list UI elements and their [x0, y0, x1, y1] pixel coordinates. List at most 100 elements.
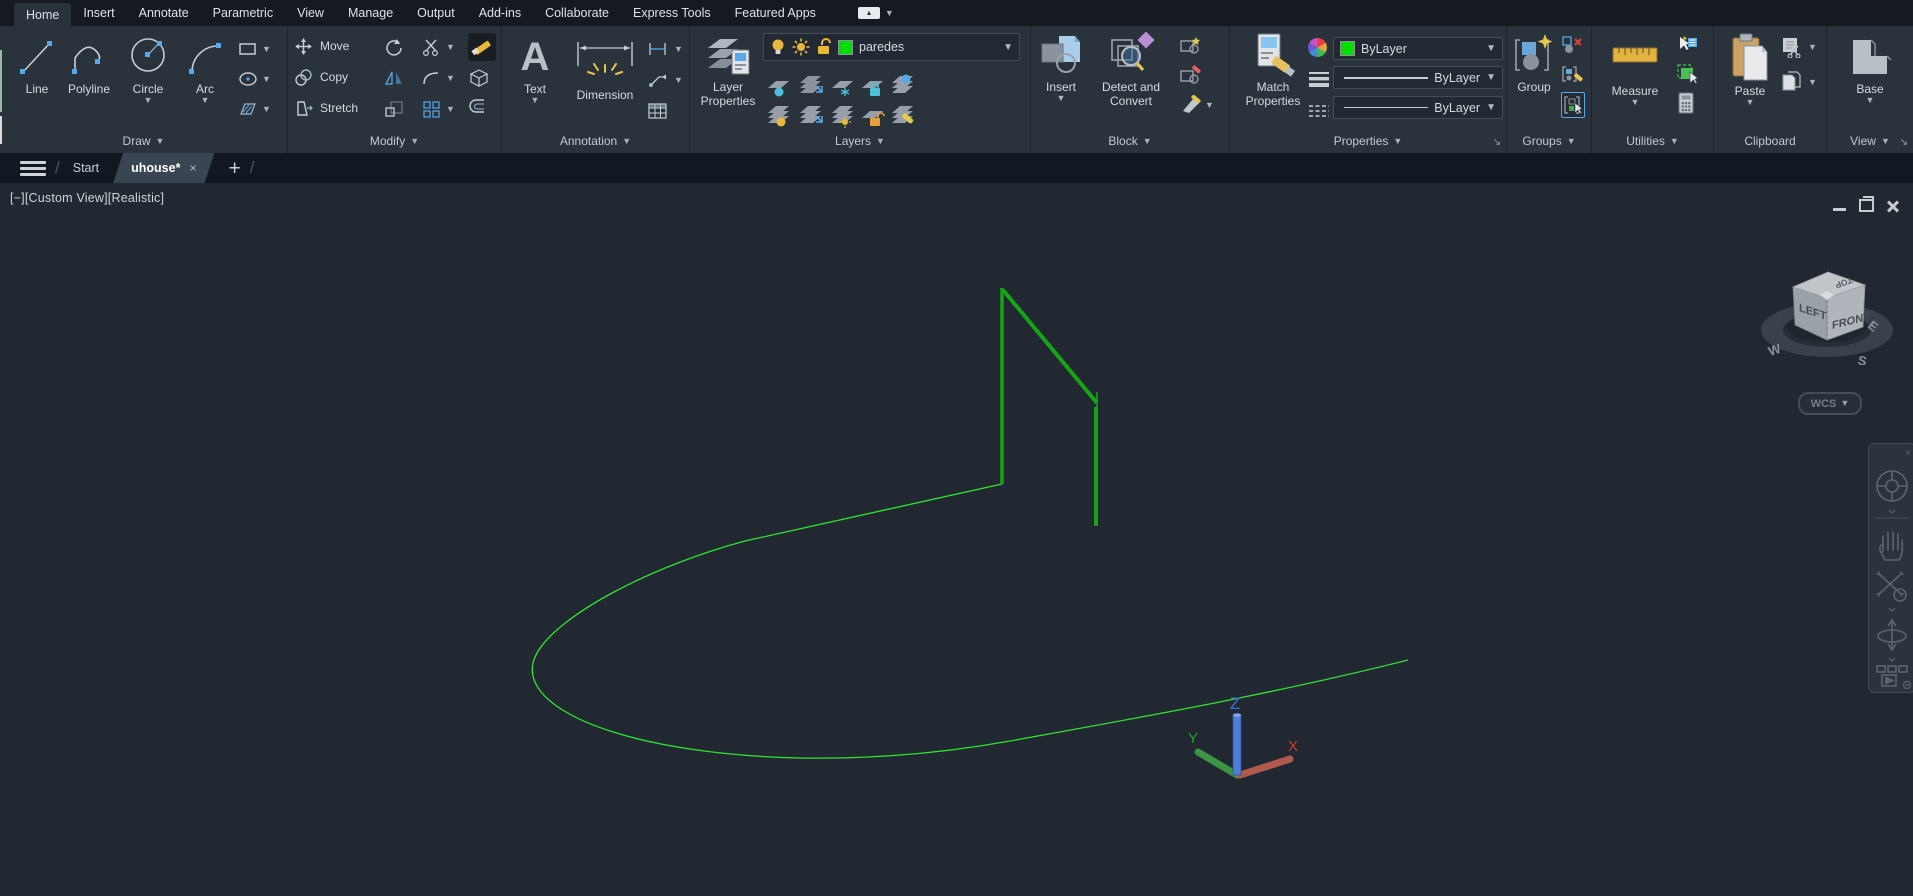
footprint-polyline[interactable] [531, 483, 1409, 759]
erase-button[interactable] [468, 33, 496, 61]
tab-start[interactable]: Start [69, 161, 103, 175]
detect-convert-button[interactable]: Detect and Convert [1093, 32, 1169, 108]
model-space-viewport[interactable]: [−][Custom View][Realistic] Z Y X W S E … [0, 183, 1913, 896]
create-block-icon [1180, 37, 1200, 54]
copy-button[interactable]: Copy [294, 65, 358, 89]
object-color-dropdown[interactable]: ByLayer ▼ [1333, 37, 1503, 60]
rectangle-tool-button[interactable]: ▼ [238, 38, 271, 60]
ribbon-tab-annotate[interactable]: Annotate [127, 0, 201, 26]
array-button[interactable]: ▼ [422, 98, 455, 120]
ungroup-button[interactable] [1561, 34, 1585, 56]
navigation-bar[interactable]: × [1868, 443, 1913, 693]
ellipse-tool-button[interactable]: ▼ [238, 68, 271, 90]
lineweight-icon [1309, 72, 1329, 87]
insert-block-button[interactable]: Insert ▼ [1035, 32, 1087, 103]
line-button[interactable]: Line [12, 32, 62, 96]
chevron-down-icon: ▼ [1745, 97, 1755, 107]
drawing-canvas[interactable]: Z Y X [0, 183, 1913, 896]
nav-wheel-icon [1876, 470, 1908, 502]
circle-button[interactable]: Circle ▼ [120, 32, 176, 105]
compass-south-label[interactable]: S [1856, 352, 1868, 365]
stretch-button[interactable]: Stretch [294, 96, 358, 120]
linear-dimension-button[interactable]: ▼ [648, 38, 683, 60]
block-editor-button[interactable]: ▼ [1179, 94, 1214, 116]
chevron-down-icon: ▼ [1205, 99, 1214, 110]
layer-thaw-sun-icon [792, 38, 810, 56]
chevron-down-icon: ▼ [1808, 41, 1817, 52]
measure-button[interactable]: Measure ▼ [1606, 40, 1664, 107]
wall-edge-top[interactable] [1001, 288, 1099, 405]
group-edit-button[interactable] [1561, 63, 1585, 85]
view-dialog-launcher[interactable]: ↘ [1900, 137, 1908, 148]
ucs-y-axis [1194, 748, 1241, 779]
group-selection-toggle[interactable] [1561, 92, 1585, 118]
cut-button[interactable]: ▼ [1780, 36, 1817, 58]
layer-properties-button[interactable]: Layer Properties [692, 32, 764, 108]
lineweight-button[interactable] [1308, 68, 1330, 90]
properties-dialog-launcher[interactable]: ↘ [1493, 137, 1501, 148]
polyline-button[interactable]: Polyline [62, 32, 116, 96]
panel-label-layers[interactable]: Layers ▼ [690, 129, 1030, 153]
create-block-button[interactable] [1179, 34, 1214, 56]
ribbon-display-toggle[interactable]: ▲ ▼ [857, 0, 894, 26]
ribbon-tab-output[interactable]: Output [405, 0, 467, 26]
base-button[interactable]: Base ▼ [1843, 34, 1897, 105]
ribbon-tab-express-tools[interactable]: Express Tools [621, 0, 723, 26]
panel-label-clipboard[interactable]: Clipboard [1714, 129, 1826, 153]
hatch-tool-button[interactable]: ▼ [238, 98, 271, 120]
group-button[interactable]: Group [1509, 32, 1559, 94]
text-button[interactable]: A Text ▼ [510, 32, 560, 105]
select-similar-button[interactable] [1676, 63, 1700, 85]
panel-label-modify[interactable]: Modify ▼ [288, 129, 501, 153]
ribbon-tab-collaborate[interactable]: Collaborate [533, 0, 621, 26]
copy-clip-button[interactable]: ▼ [1780, 71, 1817, 93]
ribbon-tab-home[interactable]: Home [14, 3, 72, 26]
layer-dropdown[interactable]: paredes ▼ [763, 33, 1020, 61]
panel-label-utilities[interactable]: Utilities ▼ [1592, 129, 1713, 153]
panel-label-annotation[interactable]: Annotation ▼ [502, 129, 689, 153]
quick-calculator-button[interactable] [1676, 92, 1700, 114]
offset-button[interactable] [468, 95, 496, 117]
tab-uhouse[interactable]: uhouse* × [113, 153, 214, 183]
panel-label-block[interactable]: Block ▼ [1031, 129, 1229, 153]
close-icon[interactable]: × [189, 161, 196, 175]
ribbon-tab-view[interactable]: View [285, 0, 336, 26]
quick-select-button[interactable] [1676, 34, 1700, 56]
arc-button[interactable]: Arc ▼ [182, 32, 228, 105]
ribbon-tab-addins[interactable]: Add-ins [467, 0, 533, 26]
ucs-icon[interactable]: Z Y X [1188, 694, 1298, 779]
mirror-button[interactable] [384, 67, 404, 89]
dimension-button[interactable]: Dimension [568, 40, 642, 102]
ribbon-tab-parametric[interactable]: Parametric [201, 0, 285, 26]
ribbon-tab-manage[interactable]: Manage [336, 0, 405, 26]
line-icon [20, 41, 52, 74]
layer-tools-grid[interactable] [766, 66, 1016, 128]
ribbon-tab-featured-apps[interactable]: Featured Apps [723, 0, 828, 26]
new-tab-button[interactable]: + [228, 158, 240, 179]
panel-label-draw[interactable]: Draw ▼ [0, 129, 287, 153]
trim-button[interactable]: ▼ [422, 36, 455, 58]
leader-button[interactable]: ▼ [648, 69, 683, 91]
ribbon-tab-insert[interactable]: Insert [71, 0, 126, 26]
panel-label-properties[interactable]: Properties ▼ [1230, 129, 1506, 153]
edit-attributes-button[interactable] [1179, 64, 1214, 86]
chevron-down-icon: ▼ [1003, 41, 1013, 53]
hamburger-menu-icon[interactable] [20, 160, 46, 176]
linetype-dropdown[interactable]: ByLayer ▼ [1333, 96, 1503, 119]
fillet-button[interactable]: ▼ [422, 67, 455, 89]
explode-button[interactable] [468, 67, 496, 89]
ucs-x-axis [1236, 755, 1294, 779]
layer-color-swatch[interactable] [838, 39, 853, 55]
lineweight-dropdown[interactable]: ByLayer ▼ [1333, 66, 1503, 89]
color-wheel-button[interactable] [1308, 36, 1330, 58]
match-properties-button[interactable]: Match Properties [1236, 32, 1310, 108]
scale-button[interactable] [384, 98, 404, 120]
move-button[interactable]: Move [294, 34, 358, 58]
table-button[interactable] [648, 100, 683, 122]
linetype-button[interactable] [1308, 100, 1330, 122]
panel-label-groups[interactable]: Groups ▼ [1507, 129, 1591, 153]
viewcube[interactable]: W S E TOP LEFT FRONT [1745, 215, 1913, 365]
rotate-button[interactable] [384, 36, 404, 58]
wcs-dropdown[interactable]: WCS ▼ [1798, 392, 1862, 415]
paste-button[interactable]: Paste ▼ [1724, 32, 1776, 107]
